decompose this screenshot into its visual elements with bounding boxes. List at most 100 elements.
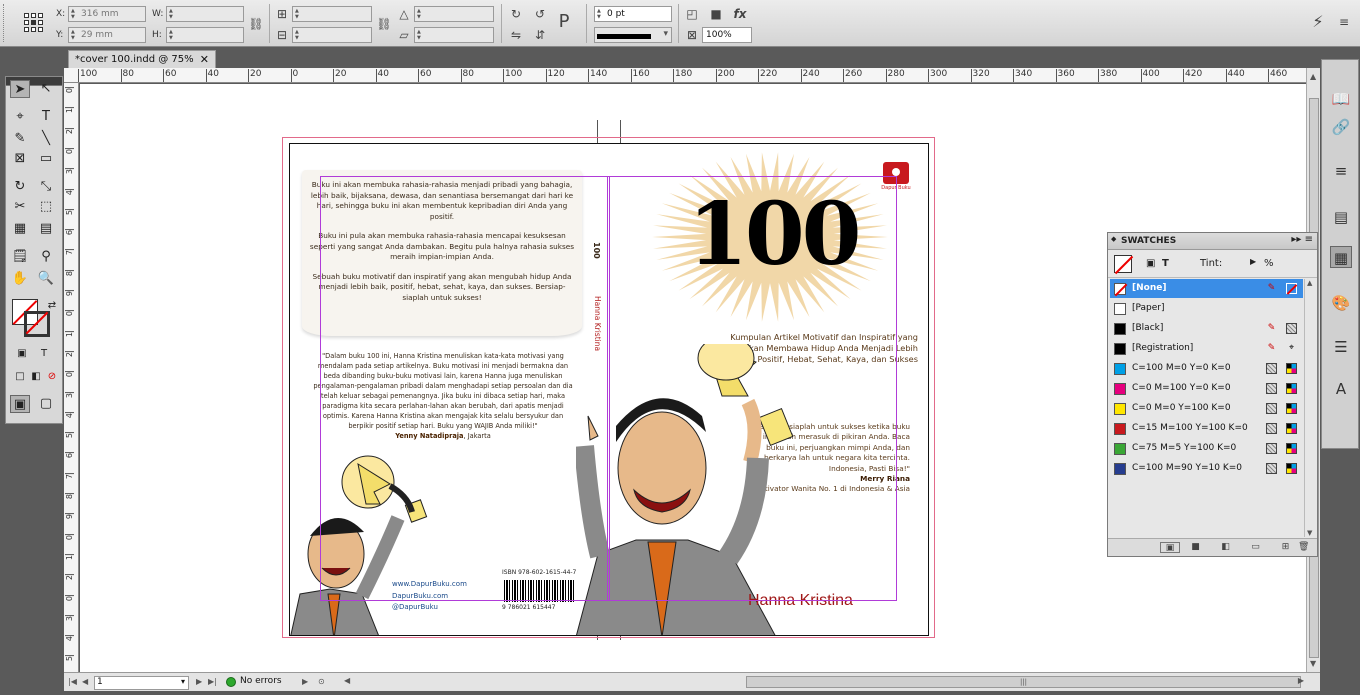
- scale-x-spinner-icon[interactable]: ▲ ▼: [295, 8, 302, 20]
- type-tool-icon[interactable]: T: [36, 108, 56, 126]
- document-tab[interactable]: *cover 100.indd @ 75% ✕: [68, 50, 216, 68]
- reference-point-icon[interactable]: [24, 13, 44, 33]
- paragraph-styles-panel-icon[interactable]: ☰: [1330, 336, 1352, 358]
- rectangle-tool-icon[interactable]: ▭: [36, 150, 56, 168]
- show-gradient-swatches-icon[interactable]: ◧: [1220, 542, 1231, 553]
- height-field[interactable]: ▲ ▼: [166, 27, 244, 43]
- open-page-icon[interactable]: ⊙: [318, 677, 325, 686]
- scroll-up-icon[interactable]: ▲: [1307, 279, 1312, 287]
- scale-y-spinner-icon[interactable]: ▲ ▼: [295, 29, 302, 41]
- first-page-icon[interactable]: |◀: [68, 677, 77, 686]
- swatch-row[interactable]: C=100 M=0 Y=0 K=0: [1110, 359, 1303, 378]
- rotate-tool-icon[interactable]: ↻: [10, 178, 30, 196]
- formatting-container-icon[interactable]: ▣: [12, 345, 32, 363]
- stroke-panel-icon[interactable]: ≡: [1330, 160, 1352, 182]
- line-tool-icon[interactable]: ╲: [36, 130, 56, 148]
- scale-tool-icon[interactable]: ⤡: [36, 178, 56, 196]
- shear-field[interactable]: ▲ ▼: [414, 27, 494, 43]
- swatch-row[interactable]: C=0 M=0 Y=100 K=0: [1110, 399, 1303, 418]
- scale-link-icon[interactable]: ⛓: [376, 16, 392, 32]
- formatting-text-icon[interactable]: T: [34, 345, 54, 363]
- horizontal-scroll-thumb[interactable]: |||: [746, 676, 1301, 688]
- stroke-weight-spinner-icon[interactable]: ▲ ▼: [597, 8, 604, 20]
- flip-vertical-icon[interactable]: ⇵: [532, 27, 548, 43]
- pages-panel-icon[interactable]: 📖: [1330, 88, 1352, 110]
- swatches-panel-icon[interactable]: ▦: [1330, 246, 1352, 268]
- links-panel-icon[interactable]: 🔗: [1330, 116, 1352, 138]
- constrain-proportions-icon[interactable]: ⛓: [248, 16, 264, 32]
- swatch-row[interactable]: [None] ✎: [1110, 279, 1303, 298]
- zoom-tool-icon[interactable]: 🔍: [36, 270, 56, 288]
- control-bar-grip[interactable]: [3, 4, 7, 42]
- new-swatch-icon[interactable]: ⊞: [1280, 542, 1291, 553]
- y-spinner-icon[interactable]: ▲ ▼: [71, 29, 78, 41]
- scroll-right-icon[interactable]: ▶: [1298, 676, 1304, 685]
- page-number-field[interactable]: 1: [94, 676, 189, 690]
- panel-menu-icon[interactable]: ≡: [1336, 14, 1352, 30]
- next-page-icon[interactable]: ▶: [196, 677, 202, 686]
- scissors-tool-icon[interactable]: ✂: [10, 198, 30, 216]
- apply-none-icon[interactable]: ⊘: [42, 368, 62, 386]
- panel-menu-icon[interactable]: ▸▸ ≡: [1291, 234, 1313, 245]
- page-tool-icon[interactable]: ⌖: [10, 108, 30, 126]
- swatch-row[interactable]: C=15 M=100 Y=100 K=0: [1110, 419, 1303, 438]
- selection-tool-icon[interactable]: ➤: [10, 80, 30, 98]
- show-all-swatches-icon[interactable]: ▣: [1160, 542, 1180, 553]
- swatch-row[interactable]: [Registration] ✎ ⌖: [1110, 339, 1303, 358]
- stroke-weight-field[interactable]: ▲ ▼ 0 pt: [594, 6, 672, 22]
- gradient-swatch-tool-icon[interactable]: ▦: [10, 220, 30, 238]
- opacity-field[interactable]: 100%: [702, 27, 752, 43]
- width-spinner-icon[interactable]: ▲ ▼: [169, 8, 176, 20]
- effects-fx-icon[interactable]: fx: [732, 6, 748, 22]
- scroll-up-icon[interactable]: ▲: [1310, 72, 1316, 81]
- show-color-swatches-icon[interactable]: ■: [1190, 542, 1201, 553]
- previous-page-icon[interactable]: ◀: [82, 677, 88, 686]
- lightning-bolt-icon[interactable]: ⚡: [1310, 14, 1326, 30]
- cover-spread[interactable]: Buku ini akan membuka rahasia-rahasia me…: [289, 143, 929, 636]
- rectangle-frame-tool-icon[interactable]: ⊠: [10, 150, 30, 168]
- scroll-left-icon[interactable]: ◀: [344, 676, 350, 685]
- scale-x-field[interactable]: ▲ ▼: [292, 6, 372, 22]
- shear-spinner-icon[interactable]: ▲ ▼: [417, 29, 424, 41]
- preview-mode-icon[interactable]: ▢: [36, 395, 56, 413]
- width-field[interactable]: ▲ ▼: [166, 6, 244, 22]
- preflight-menu-icon[interactable]: ▶: [302, 677, 308, 686]
- height-spinner-icon[interactable]: ▲ ▼: [169, 29, 176, 41]
- fill-stroke-proxy-icon[interactable]: [1114, 255, 1134, 275]
- direct-selection-tool-icon[interactable]: ↖: [36, 80, 56, 98]
- free-transform-tool-icon[interactable]: ⬚: [36, 198, 56, 216]
- swatches-panel-header[interactable]: ◆ SWATCHES ▸▸ ≡: [1108, 233, 1317, 250]
- hand-tool-icon[interactable]: ✋: [10, 270, 30, 288]
- note-tool-icon[interactable]: 🗒: [10, 248, 30, 266]
- collapse-icon[interactable]: ◆: [1111, 235, 1116, 243]
- shadow-icon[interactable]: ■: [708, 6, 724, 22]
- pen-tool-icon[interactable]: ✎: [10, 130, 30, 148]
- x-spinner-icon[interactable]: ▲ ▼: [71, 8, 78, 20]
- preflight-status-icon[interactable]: [226, 677, 236, 687]
- swatch-row[interactable]: C=75 M=5 Y=100 K=0: [1110, 439, 1303, 458]
- swatch-row[interactable]: [Black] ✎: [1110, 319, 1303, 338]
- vertical-ruler[interactable]: 0 1 2 0 3 4 5 6 7 8 9 0 1 2 0 3 4 5 6 7 8 9 0 1 2 0 3 4 5: [64, 83, 79, 672]
- layers-panel-icon[interactable]: ▤: [1330, 206, 1352, 228]
- gradient-feather-tool-icon[interactable]: ▤: [36, 220, 56, 238]
- scale-y-field[interactable]: ▲ ▼: [292, 27, 372, 43]
- scroll-down-icon[interactable]: ▼: [1307, 529, 1312, 537]
- rotation-field[interactable]: ▲ ▼: [414, 6, 494, 22]
- rotation-spinner-icon[interactable]: ▲ ▼: [417, 8, 424, 20]
- color-panel-icon[interactable]: 🎨: [1330, 292, 1352, 314]
- horizontal-scrollbar[interactable]: ◀ ||| ▶: [344, 675, 1304, 689]
- show-color-groups-icon[interactable]: ▭: [1250, 542, 1261, 553]
- eyedropper-tool-icon[interactable]: ⚲: [36, 248, 56, 266]
- tint-arrow-icon[interactable]: ▶: [1250, 257, 1256, 266]
- flip-horizontal-icon[interactable]: ⇋: [508, 27, 524, 43]
- normal-view-icon[interactable]: ▣: [10, 395, 30, 413]
- rotate-counterclockwise-icon[interactable]: ↺: [532, 6, 548, 22]
- formatting-text-icon[interactable]: T: [1162, 258, 1169, 269]
- character-styles-panel-icon[interactable]: A: [1330, 378, 1352, 400]
- last-page-icon[interactable]: ▶|: [208, 677, 217, 686]
- swatch-row[interactable]: C=100 M=90 Y=10 K=0: [1110, 459, 1303, 478]
- swatch-list-scrollbar[interactable]: ▲ ▼: [1304, 279, 1316, 537]
- horizontal-ruler[interactable]: 100 80 60 40 20 0 20 40 60 80 100 120 140 160 180 200 22…: [64, 68, 1306, 83]
- formatting-container-icon[interactable]: ▣: [1146, 258, 1155, 269]
- x-position-field[interactable]: ▲ ▼ 316 mm: [68, 6, 146, 22]
